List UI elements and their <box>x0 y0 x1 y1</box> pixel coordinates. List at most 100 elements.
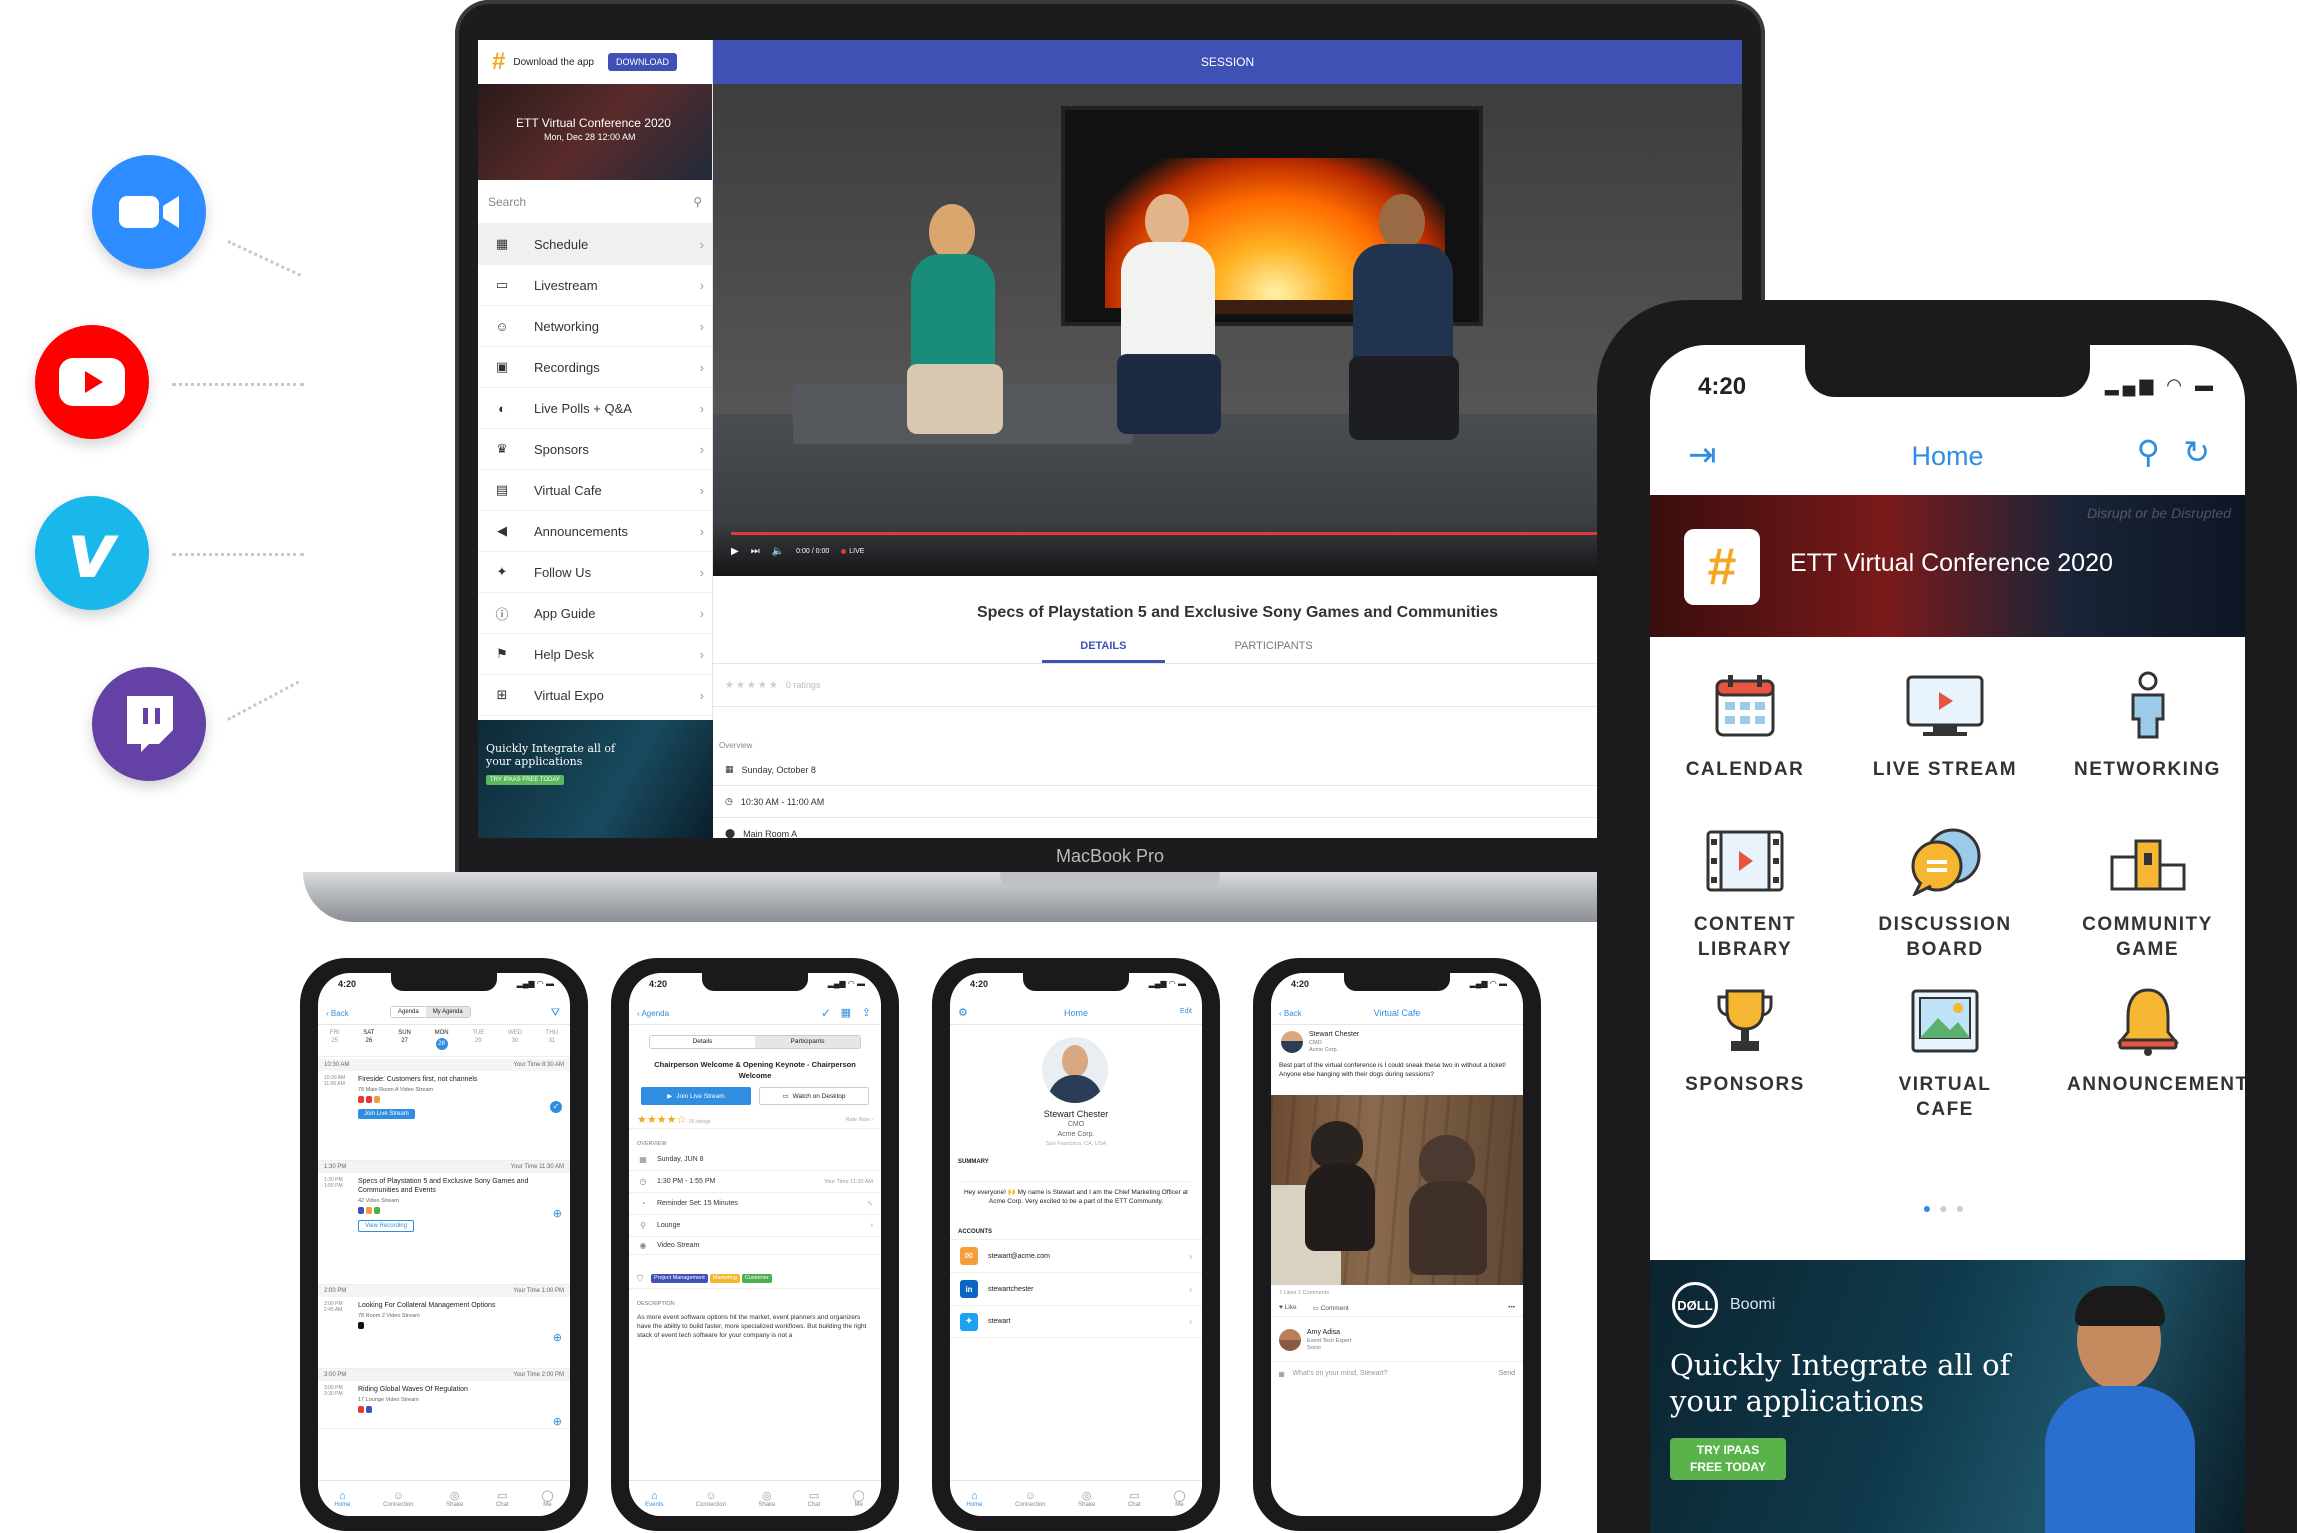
tab-me[interactable]: ◯ Me <box>541 1489 553 1508</box>
add-circle-icon[interactable]: ⊕ <box>553 1331 562 1344</box>
tab-details[interactable]: DETAILS <box>1042 640 1165 663</box>
grid-item[interactable]: LIVE STREAM <box>1850 667 2040 782</box>
vimeo-icon[interactable]: v <box>35 496 149 610</box>
check-icon[interactable]: ✓ <box>821 1006 831 1020</box>
rating-stars[interactable]: ★★★★☆ <box>637 1114 686 1126</box>
sidebar-item[interactable]: ◐ Live Polls + Q&A › <box>478 388 712 429</box>
seg-details[interactable]: Details <box>650 1036 755 1048</box>
sidebar-item[interactable]: ⊞ Virtual Expo › <box>478 675 712 716</box>
like-button[interactable]: ♥ Like <box>1279 1304 1297 1311</box>
download-button[interactable]: DOWNLOAD <box>607 53 677 71</box>
grid-item[interactable]: COMMUNITY GAME <box>2045 822 2245 962</box>
agenda-segment[interactable]: Agenda My Agenda <box>390 1006 471 1018</box>
tag-badge[interactable]: Marketing <box>709 1274 740 1283</box>
play-icon[interactable]: ▶ <box>731 546 739 557</box>
sidebar-item[interactable]: ▦ Schedule › <box>478 224 712 265</box>
add-circle-icon[interactable]: ⊕ <box>553 1207 562 1220</box>
tab-me[interactable]: ◯ Me <box>1173 1489 1185 1508</box>
send-button[interactable]: Send <box>1499 1370 1515 1377</box>
grid-item[interactable]: CALENDAR <box>1650 667 1840 782</box>
tab-home[interactable]: ⌂ Home <box>966 1490 982 1508</box>
session-item[interactable]: 1:30 PM 1:55 PM Specs of Playstation 5 and… <box>318 1173 570 1285</box>
search-icon[interactable]: ⚲ <box>2137 433 2160 471</box>
zoom-icon[interactable] <box>92 155 206 269</box>
account-row[interactable]: ✦ stewart › <box>950 1306 1202 1338</box>
grid-item[interactable]: CONTENT LIBRARY <box>1650 822 1840 962</box>
edit-button[interactable]: Edit <box>1180 1008 1192 1015</box>
day-item[interactable]: FRI 25 <box>330 1027 340 1056</box>
compose-input[interactable]: What's on your mind, Stewart? <box>1292 1370 1490 1377</box>
grid-item[interactable]: VIRTUAL CAFE <box>1850 982 2040 1122</box>
ad-cta[interactable]: TRY IPAAS FREE TODAY <box>1670 1438 1786 1480</box>
session-item[interactable]: 10:30 AM 11:00 AM Fireside: Customers firs… <box>318 1071 570 1161</box>
rating-row[interactable]: ★★★★★ 0 ratings <box>713 663 1742 707</box>
sidebar-item[interactable]: ▤ Virtual Cafe › <box>478 470 712 511</box>
video-player[interactable]: ▶ ⏭ 🔈 0:00 / 0:00 LIVE <box>713 84 1742 576</box>
added-check-icon[interactable]: ✓ <box>550 1101 562 1113</box>
sidebar-item[interactable]: ⓘ App Guide › <box>478 593 712 634</box>
sidebar-ad-cta[interactable]: TRY IPAAS FREE TODAY <box>486 775 565 785</box>
day-item[interactable]: SAT 26 <box>363 1027 374 1056</box>
sidebar-item[interactable]: ☺ Networking › <box>478 306 712 347</box>
boomi-ad[interactable]: DØLL Boomi Quickly Integrate all of your… <box>1650 1260 2245 1533</box>
join-live-button[interactable]: ▶ Join Live Stream <box>641 1087 751 1105</box>
tab-shake[interactable]: ◎ Shake <box>1078 1489 1095 1508</box>
sidebar-ad[interactable]: Quickly Integrate all of your applicatio… <box>478 720 713 838</box>
day-item[interactable]: SUN 27 <box>398 1027 411 1056</box>
page-dot-active[interactable]: ● <box>1923 1200 1939 1216</box>
day-item[interactable]: MON 28 <box>435 1027 449 1056</box>
page-dot[interactable]: ● <box>1939 1200 1955 1216</box>
tab-shake[interactable]: ◎ Shake <box>758 1489 775 1508</box>
back-button[interactable]: ‹ Back <box>326 1009 349 1018</box>
tab-chat[interactable]: ▭ Chat <box>496 1489 509 1508</box>
add-circle-icon[interactable]: ⊕ <box>553 1415 562 1428</box>
sidebar-item[interactable]: ✦ Follow Us › <box>478 552 712 593</box>
share-icon[interactable]: ⇪ <box>862 1006 871 1019</box>
twitch-icon[interactable] <box>92 667 206 781</box>
tab-shake[interactable]: ◎ Shake <box>446 1489 463 1508</box>
video-controls[interactable]: ▶ ⏭ 🔈 0:00 / 0:00 LIVE <box>713 524 1742 576</box>
comment-button[interactable]: ▭ Comment <box>1313 1304 1349 1312</box>
sidebar-item[interactable]: ▣ Recordings › <box>478 347 712 388</box>
grid-item[interactable]: NETWORKING <box>2045 667 2245 782</box>
sidebar-item[interactable]: ◀ Announcements › <box>478 511 712 552</box>
sidebar-item[interactable]: ▭ Livestream › <box>478 265 712 306</box>
session-item[interactable]: 3:00 PM 3:30 PM Riding Global Waves Of Reg… <box>318 1381 570 1429</box>
session-action-button[interactable]: View Recording <box>358 1220 414 1232</box>
info-row[interactable]: ⚲ Lounge › <box>629 1215 881 1237</box>
grid-item[interactable]: SPONSORS <box>1650 982 1840 1097</box>
tab-chat[interactable]: ▭ Chat <box>1128 1489 1141 1508</box>
progress-bar[interactable] <box>731 532 1721 535</box>
tab-chat[interactable]: ▭ Chat <box>808 1489 821 1508</box>
tag-badge[interactable]: Customer <box>741 1274 772 1283</box>
search-box[interactable]: Search ⚲ <box>478 180 712 224</box>
account-row[interactable]: ✉ stewart@acme.com › <box>950 1240 1202 1273</box>
filter-icon[interactable]: ⛛ <box>551 1007 560 1020</box>
day-item[interactable]: TUE 29 <box>472 1027 484 1056</box>
youtube-icon[interactable] <box>35 325 149 439</box>
tab-connection[interactable]: ☺ Connection <box>1015 1490 1045 1508</box>
tab-home[interactable]: ⌂ Events <box>645 1490 663 1508</box>
grid-item[interactable]: ANNOUNCEMENTS <box>2045 982 2245 1097</box>
camera-icon[interactable]: ◙ <box>1279 1369 1284 1379</box>
rating-stars[interactable]: ★★★★★ <box>725 680 780 691</box>
day-item[interactable]: THU 31 <box>546 1027 558 1056</box>
session-item[interactable]: 2:00 PM 2:45 AM Looking For Collateral Man… <box>318 1297 570 1369</box>
calendar-add-icon[interactable]: ▦ <box>841 1006 851 1019</box>
tab-connection[interactable]: ☺ Connection <box>383 1490 413 1508</box>
next-icon[interactable]: ⏭ <box>751 546 760 557</box>
info-row[interactable]: ◔ Reminder Set: 15 Minutes ✎ <box>629 1193 881 1215</box>
tag-badge[interactable]: Project Management <box>651 1274 708 1283</box>
seg-agenda[interactable]: Agenda <box>391 1007 426 1017</box>
post-photo[interactable] <box>1271 1095 1523 1285</box>
refresh-icon[interactable]: ↻ <box>2183 433 2210 471</box>
session-action-button[interactable]: Join Live Stream <box>358 1109 415 1119</box>
search-icon[interactable]: ⚲ <box>693 195 702 209</box>
rate-now-link[interactable]: Rate Now › <box>845 1117 873 1123</box>
tab-connection[interactable]: ☺ Connection <box>696 1490 726 1508</box>
edit-icon[interactable]: ✎ <box>867 1200 873 1208</box>
seg-participants[interactable]: Participants <box>755 1036 860 1048</box>
seg-my-agenda[interactable]: My Agenda <box>425 1007 470 1017</box>
volume-icon[interactable]: 🔈 <box>772 546 784 557</box>
page-dot[interactable]: ● <box>1956 1200 1972 1216</box>
